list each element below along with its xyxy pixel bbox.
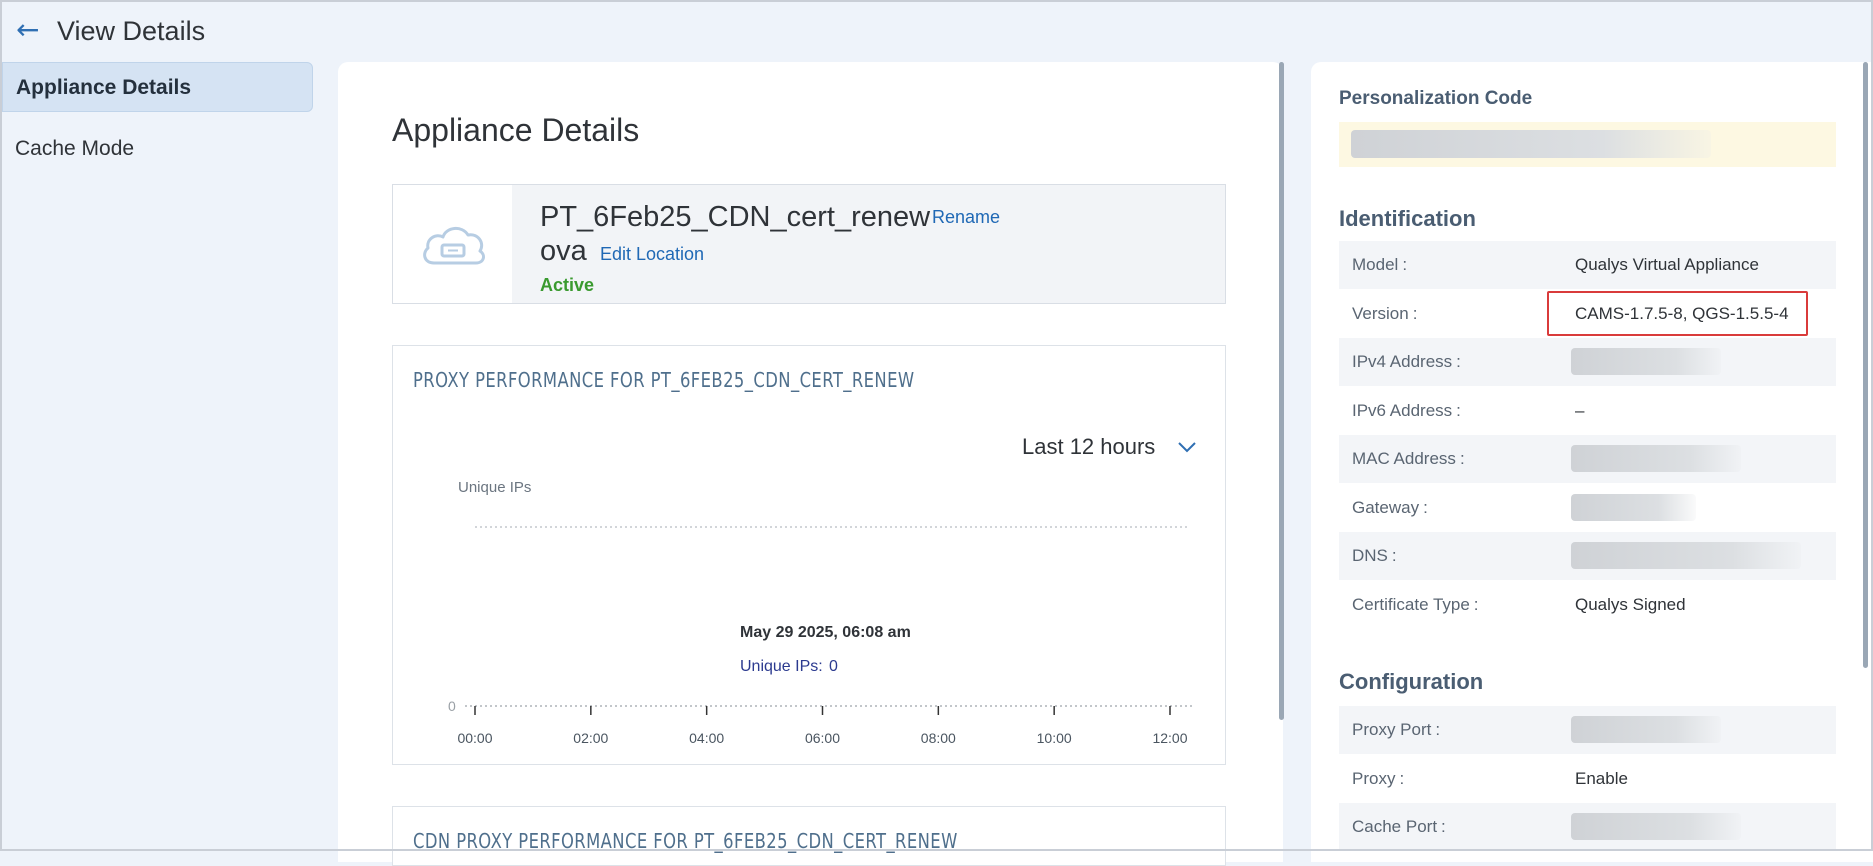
identification-label-wrap: DNS: <box>1352 546 1397 566</box>
back-arrow-icon[interactable]: ← <box>16 16 44 44</box>
identification-row: Model: Qualys Virtual Appliance <box>1339 241 1836 289</box>
tooltip-timestamp: May 29 2025, 06:08 am <box>740 624 911 641</box>
configuration-row: Cache Port: <box>1339 803 1836 851</box>
sidebar-item-cache-mode[interactable]: Cache Mode <box>2 124 313 174</box>
section-title: Appliance Details <box>392 112 640 148</box>
proxy-performance-chart: Unique IPs000:00 02:00 04:00 06:00 08:00 10:0… <box>448 479 1192 746</box>
configuration-label-wrap: Cache Port: <box>1352 817 1446 837</box>
edit-location-link[interactable]: Edit Location <box>600 244 704 265</box>
label-colon: : <box>1459 449 1465 468</box>
redacted-value <box>1571 542 1801 569</box>
status-badge: Active <box>540 275 595 295</box>
header: ← View Details <box>0 0 1873 62</box>
y-axis-label: Unique IPs <box>458 479 531 496</box>
configuration-label-wrap: Proxy Port: <box>1352 720 1440 740</box>
label-colon: : <box>1399 768 1405 788</box>
label-colon: : <box>1435 720 1441 739</box>
label-colon: : <box>1423 497 1428 517</box>
identification-label: MAC Address <box>1352 449 1456 468</box>
x-tick-label: 12:00 <box>1152 730 1187 746</box>
details-scrollbar[interactable] <box>1863 62 1868 668</box>
identification-row: IPv6 Address: – <box>1339 387 1836 435</box>
appliance-summary: PT_6Feb25_CDN_cert_renew Rename ova Edit… <box>392 184 1226 304</box>
configuration-label: Cache Port <box>1352 817 1438 836</box>
main-scrollbar[interactable] <box>1279 62 1284 720</box>
x-tick-label: 04:00 <box>689 730 724 746</box>
rename-link[interactable]: Rename <box>932 207 1000 228</box>
identification-label-wrap: IPv4 Address: <box>1352 352 1461 372</box>
configuration-label-wrap: Proxy: <box>1352 769 1404 789</box>
identification-label: IPv6 Address <box>1352 400 1453 420</box>
proxy-performance-card: PROXY PERFORMANCE FOR PT_6FEB25_CDN_CERT… <box>392 345 1226 765</box>
identification-heading: Identification <box>1339 206 1476 231</box>
page-title: View Details <box>57 16 206 46</box>
x-tick-label: 10:00 <box>1037 730 1072 746</box>
identification-label-wrap: IPv6 Address: <box>1352 401 1461 421</box>
identification-label: Model <box>1352 255 1399 274</box>
label-colon: : <box>1391 546 1397 565</box>
identification-label: Certificate Type <box>1352 594 1470 614</box>
personalization-code-field <box>1339 122 1836 167</box>
label-colon: : <box>1412 303 1418 323</box>
identification-label: DNS <box>1352 546 1388 565</box>
identification-label-wrap: Model: <box>1352 255 1407 275</box>
identification-row: Certificate Type: Qualys Signed <box>1339 581 1836 629</box>
redacted-value <box>1571 445 1741 472</box>
redacted-value <box>1571 716 1721 743</box>
identification-label: Gateway <box>1352 497 1420 517</box>
appliance-name-ova: ova <box>540 235 587 267</box>
configuration-label: Proxy Port <box>1352 720 1432 739</box>
identification-value: Qualys Virtual Appliance <box>1575 255 1759 274</box>
identification-value: – <box>1575 400 1585 420</box>
identification-value: Qualys Signed <box>1575 594 1686 614</box>
identification-row: Version: CAMS-1.7.5-8, QGS-1.5.5-4 <box>1339 290 1836 338</box>
x-tick-label: 02:00 <box>573 730 608 746</box>
identification-label: IPv4 Address <box>1352 352 1453 371</box>
configuration-heading: Configuration <box>1339 669 1484 694</box>
sidebar-item-appliance-details[interactable]: Appliance Details <box>2 62 313 112</box>
identification-label-wrap: Version: <box>1352 304 1417 324</box>
tooltip-value: 0 <box>829 658 838 675</box>
x-tick-label: 08:00 <box>921 730 956 746</box>
label-colon: : <box>1456 400 1461 420</box>
identification-label: Version <box>1352 303 1409 323</box>
identification-value: CAMS-1.7.5-8, QGS-1.5.5-4 <box>1575 303 1789 323</box>
identification-row: Gateway: <box>1339 484 1836 532</box>
redacted-value <box>1571 348 1721 375</box>
personalization-code-label: Personalization Code <box>1339 88 1533 109</box>
x-tick-label: 00:00 <box>457 730 492 746</box>
redacted-value <box>1571 493 1696 521</box>
label-colon: : <box>1402 255 1408 274</box>
x-tick-label: 06:00 <box>805 730 840 746</box>
configuration-value: Enable <box>1575 768 1628 788</box>
redacted-value <box>1351 130 1711 158</box>
identification-label-wrap: MAC Address: <box>1352 449 1465 469</box>
cdn-proxy-performance-title: CDN PROXY PERFORMANCE FOR PT_6FEB25_CDN_… <box>413 829 958 853</box>
redacted-value <box>1571 813 1741 840</box>
configuration-row: Proxy: Enable <box>1339 755 1836 803</box>
configuration-row: Proxy Port: <box>1339 706 1836 754</box>
identification-row: MAC Address: <box>1339 435 1836 483</box>
label-colon: : <box>1441 817 1446 836</box>
cloud-icon <box>393 185 512 303</box>
configuration-label: Proxy <box>1352 768 1396 788</box>
label-colon: : <box>1456 352 1461 371</box>
cdn-proxy-performance-card: CDN PROXY PERFORMANCE FOR PT_6FEB25_CDN_… <box>392 806 1226 866</box>
y-tick-label: 0 <box>448 698 456 714</box>
identification-row: IPv4 Address: <box>1339 338 1836 386</box>
identification-label-wrap: Gateway: <box>1352 498 1428 518</box>
label-colon: : <box>1473 594 1479 614</box>
identification-label-wrap: Certificate Type: <box>1352 595 1479 615</box>
tooltip-series-label: Unique IPs: <box>740 658 823 675</box>
identification-row: DNS: <box>1339 532 1836 580</box>
